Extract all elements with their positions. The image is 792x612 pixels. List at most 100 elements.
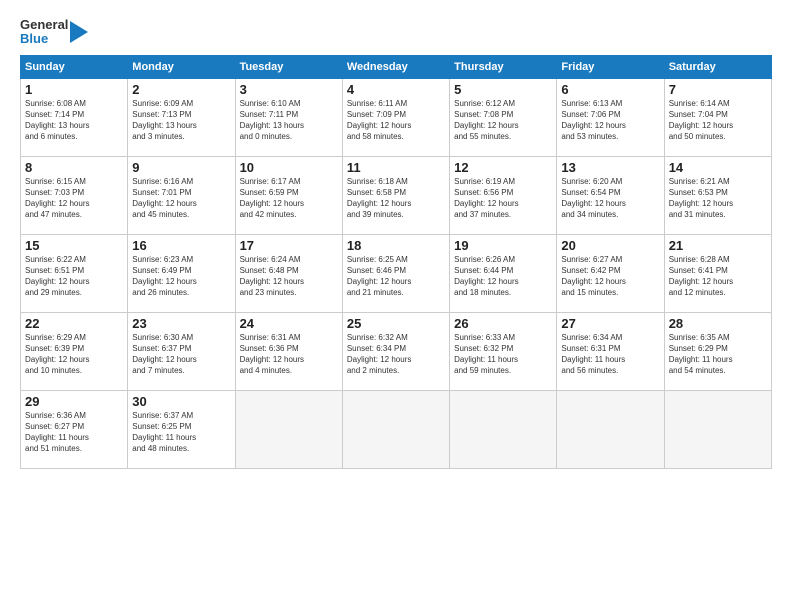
day-info: Sunrise: 6:13 AM Sunset: 7:06 PM Dayligh… xyxy=(561,98,659,143)
day-info: Sunrise: 6:35 AM Sunset: 6:29 PM Dayligh… xyxy=(669,332,767,377)
day-number: 24 xyxy=(240,316,338,331)
calendar-day: 1Sunrise: 6:08 AM Sunset: 7:14 PM Daylig… xyxy=(21,78,128,156)
col-header-tuesday: Tuesday xyxy=(235,55,342,78)
col-header-saturday: Saturday xyxy=(664,55,771,78)
day-number: 14 xyxy=(669,160,767,175)
day-number: 8 xyxy=(25,160,123,175)
day-info: Sunrise: 6:09 AM Sunset: 7:13 PM Dayligh… xyxy=(132,98,230,143)
day-info: Sunrise: 6:08 AM Sunset: 7:14 PM Dayligh… xyxy=(25,98,123,143)
day-info: Sunrise: 6:27 AM Sunset: 6:42 PM Dayligh… xyxy=(561,254,659,299)
calendar-day: 8Sunrise: 6:15 AM Sunset: 7:03 PM Daylig… xyxy=(21,156,128,234)
calendar-day xyxy=(557,390,664,468)
day-info: Sunrise: 6:37 AM Sunset: 6:25 PM Dayligh… xyxy=(132,410,230,455)
day-info: Sunrise: 6:10 AM Sunset: 7:11 PM Dayligh… xyxy=(240,98,338,143)
day-number: 28 xyxy=(669,316,767,331)
calendar-day: 19Sunrise: 6:26 AM Sunset: 6:44 PM Dayli… xyxy=(450,234,557,312)
calendar-day: 25Sunrise: 6:32 AM Sunset: 6:34 PM Dayli… xyxy=(342,312,449,390)
calendar-day: 28Sunrise: 6:35 AM Sunset: 6:29 PM Dayli… xyxy=(664,312,771,390)
calendar-day: 7Sunrise: 6:14 AM Sunset: 7:04 PM Daylig… xyxy=(664,78,771,156)
day-info: Sunrise: 6:26 AM Sunset: 6:44 PM Dayligh… xyxy=(454,254,552,299)
calendar-day: 15Sunrise: 6:22 AM Sunset: 6:51 PM Dayli… xyxy=(21,234,128,312)
calendar-day: 13Sunrise: 6:20 AM Sunset: 6:54 PM Dayli… xyxy=(557,156,664,234)
day-number: 18 xyxy=(347,238,445,253)
day-info: Sunrise: 6:33 AM Sunset: 6:32 PM Dayligh… xyxy=(454,332,552,377)
calendar-table: SundayMondayTuesdayWednesdayThursdayFrid… xyxy=(20,55,772,469)
day-number: 29 xyxy=(25,394,123,409)
day-number: 16 xyxy=(132,238,230,253)
logo-arrow-icon xyxy=(70,21,88,43)
calendar-day: 9Sunrise: 6:16 AM Sunset: 7:01 PM Daylig… xyxy=(128,156,235,234)
calendar-day xyxy=(342,390,449,468)
day-info: Sunrise: 6:31 AM Sunset: 6:36 PM Dayligh… xyxy=(240,332,338,377)
day-number: 1 xyxy=(25,82,123,97)
logo-blue: Blue xyxy=(20,32,48,46)
calendar-week-row: 8Sunrise: 6:15 AM Sunset: 7:03 PM Daylig… xyxy=(21,156,772,234)
day-number: 10 xyxy=(240,160,338,175)
day-info: Sunrise: 6:20 AM Sunset: 6:54 PM Dayligh… xyxy=(561,176,659,221)
day-info: Sunrise: 6:24 AM Sunset: 6:48 PM Dayligh… xyxy=(240,254,338,299)
calendar-day: 14Sunrise: 6:21 AM Sunset: 6:53 PM Dayli… xyxy=(664,156,771,234)
day-info: Sunrise: 6:21 AM Sunset: 6:53 PM Dayligh… xyxy=(669,176,767,221)
day-number: 19 xyxy=(454,238,552,253)
calendar-day: 3Sunrise: 6:10 AM Sunset: 7:11 PM Daylig… xyxy=(235,78,342,156)
day-info: Sunrise: 6:25 AM Sunset: 6:46 PM Dayligh… xyxy=(347,254,445,299)
day-info: Sunrise: 6:16 AM Sunset: 7:01 PM Dayligh… xyxy=(132,176,230,221)
day-info: Sunrise: 6:34 AM Sunset: 6:31 PM Dayligh… xyxy=(561,332,659,377)
col-header-monday: Monday xyxy=(128,55,235,78)
day-number: 12 xyxy=(454,160,552,175)
day-info: Sunrise: 6:19 AM Sunset: 6:56 PM Dayligh… xyxy=(454,176,552,221)
calendar-day: 22Sunrise: 6:29 AM Sunset: 6:39 PM Dayli… xyxy=(21,312,128,390)
day-info: Sunrise: 6:11 AM Sunset: 7:09 PM Dayligh… xyxy=(347,98,445,143)
day-info: Sunrise: 6:30 AM Sunset: 6:37 PM Dayligh… xyxy=(132,332,230,377)
col-header-sunday: Sunday xyxy=(21,55,128,78)
logo-general: General xyxy=(20,18,68,32)
day-number: 22 xyxy=(25,316,123,331)
calendar-header-row: SundayMondayTuesdayWednesdayThursdayFrid… xyxy=(21,55,772,78)
calendar-week-row: 15Sunrise: 6:22 AM Sunset: 6:51 PM Dayli… xyxy=(21,234,772,312)
page-header: General Blue xyxy=(20,18,772,47)
day-info: Sunrise: 6:29 AM Sunset: 6:39 PM Dayligh… xyxy=(25,332,123,377)
calendar-day: 17Sunrise: 6:24 AM Sunset: 6:48 PM Dayli… xyxy=(235,234,342,312)
calendar-day: 20Sunrise: 6:27 AM Sunset: 6:42 PM Dayli… xyxy=(557,234,664,312)
day-number: 7 xyxy=(669,82,767,97)
day-number: 21 xyxy=(669,238,767,253)
day-number: 15 xyxy=(25,238,123,253)
day-number: 3 xyxy=(240,82,338,97)
day-number: 23 xyxy=(132,316,230,331)
day-info: Sunrise: 6:15 AM Sunset: 7:03 PM Dayligh… xyxy=(25,176,123,221)
calendar-day: 6Sunrise: 6:13 AM Sunset: 7:06 PM Daylig… xyxy=(557,78,664,156)
calendar-week-row: 22Sunrise: 6:29 AM Sunset: 6:39 PM Dayli… xyxy=(21,312,772,390)
calendar-week-row: 29Sunrise: 6:36 AM Sunset: 6:27 PM Dayli… xyxy=(21,390,772,468)
day-info: Sunrise: 6:36 AM Sunset: 6:27 PM Dayligh… xyxy=(25,410,123,455)
day-info: Sunrise: 6:12 AM Sunset: 7:08 PM Dayligh… xyxy=(454,98,552,143)
col-header-friday: Friday xyxy=(557,55,664,78)
calendar-day: 18Sunrise: 6:25 AM Sunset: 6:46 PM Dayli… xyxy=(342,234,449,312)
calendar-day: 5Sunrise: 6:12 AM Sunset: 7:08 PM Daylig… xyxy=(450,78,557,156)
logo: General Blue xyxy=(20,18,88,47)
col-header-thursday: Thursday xyxy=(450,55,557,78)
day-number: 11 xyxy=(347,160,445,175)
calendar-day: 27Sunrise: 6:34 AM Sunset: 6:31 PM Dayli… xyxy=(557,312,664,390)
calendar-week-row: 1Sunrise: 6:08 AM Sunset: 7:14 PM Daylig… xyxy=(21,78,772,156)
day-number: 2 xyxy=(132,82,230,97)
day-info: Sunrise: 6:32 AM Sunset: 6:34 PM Dayligh… xyxy=(347,332,445,377)
calendar-day xyxy=(235,390,342,468)
day-number: 5 xyxy=(454,82,552,97)
day-number: 30 xyxy=(132,394,230,409)
day-info: Sunrise: 6:23 AM Sunset: 6:49 PM Dayligh… xyxy=(132,254,230,299)
day-info: Sunrise: 6:18 AM Sunset: 6:58 PM Dayligh… xyxy=(347,176,445,221)
day-number: 17 xyxy=(240,238,338,253)
calendar-day: 12Sunrise: 6:19 AM Sunset: 6:56 PM Dayli… xyxy=(450,156,557,234)
logo: General Blue xyxy=(20,18,88,47)
calendar-day: 2Sunrise: 6:09 AM Sunset: 7:13 PM Daylig… xyxy=(128,78,235,156)
day-number: 4 xyxy=(347,82,445,97)
calendar-day: 4Sunrise: 6:11 AM Sunset: 7:09 PM Daylig… xyxy=(342,78,449,156)
calendar-day: 24Sunrise: 6:31 AM Sunset: 6:36 PM Dayli… xyxy=(235,312,342,390)
calendar-day: 10Sunrise: 6:17 AM Sunset: 6:59 PM Dayli… xyxy=(235,156,342,234)
calendar-day: 30Sunrise: 6:37 AM Sunset: 6:25 PM Dayli… xyxy=(128,390,235,468)
day-number: 13 xyxy=(561,160,659,175)
day-number: 9 xyxy=(132,160,230,175)
day-info: Sunrise: 6:14 AM Sunset: 7:04 PM Dayligh… xyxy=(669,98,767,143)
col-header-wednesday: Wednesday xyxy=(342,55,449,78)
calendar-day: 23Sunrise: 6:30 AM Sunset: 6:37 PM Dayli… xyxy=(128,312,235,390)
